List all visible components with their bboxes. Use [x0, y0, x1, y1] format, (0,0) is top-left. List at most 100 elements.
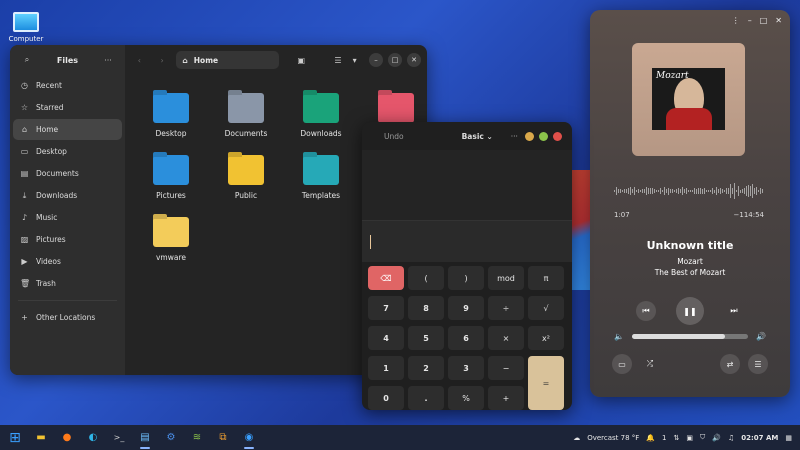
vmware-icon[interactable]: ⧉	[212, 427, 234, 449]
maximize-icon[interactable]: □	[760, 16, 768, 25]
calc-key[interactable]: √	[528, 296, 564, 320]
menu-dots-icon[interactable]: ⋮	[732, 16, 740, 25]
weather-text[interactable]: Overcast 78 °F	[587, 434, 639, 442]
calc-key[interactable]: 3	[448, 356, 484, 380]
desktop-icon-computer[interactable]: Computer	[6, 12, 46, 43]
calc-key[interactable]: π	[528, 266, 564, 290]
calc-key[interactable]: −	[488, 356, 524, 380]
calculator-icon[interactable]: ▤	[134, 427, 156, 449]
menu-dots-icon[interactable]: ···	[99, 51, 117, 69]
calc-key[interactable]: mod	[488, 266, 524, 290]
shield-icon[interactable]: ⛉	[700, 433, 705, 442]
sidebar-toggle-icon[interactable]: ▭	[612, 354, 632, 374]
calc-key[interactable]: 0	[368, 386, 404, 410]
maximize-icon[interactable]: □	[388, 53, 403, 67]
calc-key[interactable]: ×	[488, 326, 524, 350]
chevron-down-icon[interactable]: ▾	[346, 51, 363, 69]
music-player-icon[interactable]: ◉	[238, 427, 260, 449]
backspace-button[interactable]: ⌫	[368, 266, 404, 290]
calc-key[interactable]: 9	[448, 296, 484, 320]
calc-key[interactable]: x²	[528, 326, 564, 350]
taskbar: ⊞ ▬ ● ◐ >_ ▤ ⚙ ≋ ⧉ ◉ ☁ Overcast 78 °F 🔔 …	[0, 425, 800, 450]
layers-icon[interactable]: ≋	[186, 427, 208, 449]
sidebar-item-home[interactable]: ⌂ Home	[13, 119, 122, 140]
calc-key[interactable]: 5	[408, 326, 444, 350]
calc-key[interactable]: 8	[408, 296, 444, 320]
minimize-button[interactable]	[525, 131, 534, 141]
folder-item[interactable]: vmware	[141, 217, 201, 262]
speaker-icon[interactable]: 🔊	[712, 434, 721, 442]
camera-icon[interactable]: ▣	[686, 434, 693, 442]
mode-selector[interactable]: Basic ⌄	[462, 132, 493, 141]
calc-key[interactable]: 6	[448, 326, 484, 350]
calc-key[interactable]: .	[408, 386, 444, 410]
forward-icon[interactable]: ›	[154, 51, 171, 69]
monitor-icon	[13, 12, 39, 32]
sidebar-item-trash[interactable]: 🗑 Trash	[13, 273, 122, 294]
sidebar-item-videos[interactable]: ▶ Videos	[13, 251, 122, 272]
maximize-button[interactable]	[539, 131, 548, 141]
notification-icon[interactable]: 🔔	[646, 434, 655, 442]
volume-slider[interactable]	[631, 334, 749, 339]
calc-key[interactable]: 7	[368, 296, 404, 320]
calc-key[interactable]: %	[448, 386, 484, 410]
folder-item[interactable]: Downloads	[291, 93, 351, 138]
sidebar-item-music[interactable]: ♪ Music	[13, 207, 122, 228]
undo-button[interactable]: Undo	[384, 132, 404, 141]
sidebar-item-label: Starred	[36, 103, 64, 112]
calc-key[interactable]: (	[408, 266, 444, 290]
queue-list-icon[interactable]: ☰	[748, 354, 768, 374]
minimize-icon[interactable]: –	[748, 16, 752, 25]
folder-item[interactable]: Pictures	[141, 155, 201, 200]
calc-key[interactable]: )	[448, 266, 484, 290]
sidebar-item-desktop[interactable]: ▭ Desktop	[13, 141, 122, 162]
close-icon[interactable]: ✕	[407, 53, 422, 67]
clock-time[interactable]: 02:07 AM	[741, 434, 778, 442]
back-icon[interactable]: ‹	[131, 51, 148, 69]
menu-dots-icon[interactable]: ···	[511, 132, 518, 141]
folder-item[interactable]: Documents	[216, 93, 276, 138]
calc-entry-field[interactable]	[362, 220, 572, 262]
sidebar-item-starred[interactable]: ☆ Starred	[13, 97, 122, 118]
list-view-icon[interactable]: ☰	[330, 51, 347, 69]
folder-search-icon[interactable]: ▣	[293, 51, 310, 69]
home-icon: ⌂	[21, 125, 28, 134]
folder-item[interactable]: Desktop	[141, 93, 201, 138]
pause-icon[interactable]: ❚❚	[676, 297, 704, 325]
sidebar-item-recent[interactable]: ◷ Recent	[13, 75, 122, 96]
terminal-icon[interactable]: >_	[108, 427, 130, 449]
calc-key[interactable]: ÷	[488, 296, 524, 320]
shuffle-icon[interactable]: ⤮	[640, 354, 660, 374]
music-note-icon[interactable]: ♫	[728, 434, 734, 442]
calc-key[interactable]: +	[488, 386, 524, 410]
calc-history-display	[362, 150, 572, 220]
file-manager-icon[interactable]: ▬	[30, 427, 52, 449]
calc-key[interactable]: 1	[368, 356, 404, 380]
windows-start-icon[interactable]: ⊞	[4, 427, 26, 449]
folder-item[interactable]: Templates	[291, 155, 351, 200]
settings-icon[interactable]: ⚙	[160, 427, 182, 449]
close-button[interactable]	[553, 131, 562, 141]
sidebar-item-pictures[interactable]: ▨ Pictures	[13, 229, 122, 250]
next-track-icon[interactable]: ⏭	[724, 301, 744, 321]
folder-item[interactable]: Public	[216, 155, 276, 200]
minimize-icon[interactable]: –	[369, 53, 384, 67]
firefox-icon[interactable]: ●	[56, 427, 78, 449]
equals-button[interactable]: =	[528, 356, 564, 410]
calc-key[interactable]: 4	[368, 326, 404, 350]
sidebar-item-documents[interactable]: ▤ Documents	[13, 163, 122, 184]
previous-track-icon[interactable]: ⏮	[636, 301, 656, 321]
network-icon[interactable]: ⇅	[674, 434, 680, 442]
waveform-seekbar[interactable]	[614, 182, 764, 200]
sidebar-item-other-locations[interactable]: + Other Locations	[13, 307, 122, 328]
sidebar-item-downloads[interactable]: ⤓ Downloads	[13, 185, 122, 206]
path-bar[interactable]: ⌂ Home	[176, 51, 279, 69]
calendar-icon[interactable]: ▦	[785, 434, 792, 442]
repeat-icon[interactable]: ⇄	[720, 354, 740, 374]
close-icon[interactable]: ✕	[775, 16, 782, 25]
sidebar-item-label: Documents	[36, 169, 79, 178]
calc-key[interactable]: 2	[408, 356, 444, 380]
search-icon[interactable]: ⌕	[18, 51, 36, 69]
edge-icon[interactable]: ◐	[82, 427, 104, 449]
weather-icon: ☁	[573, 433, 581, 442]
